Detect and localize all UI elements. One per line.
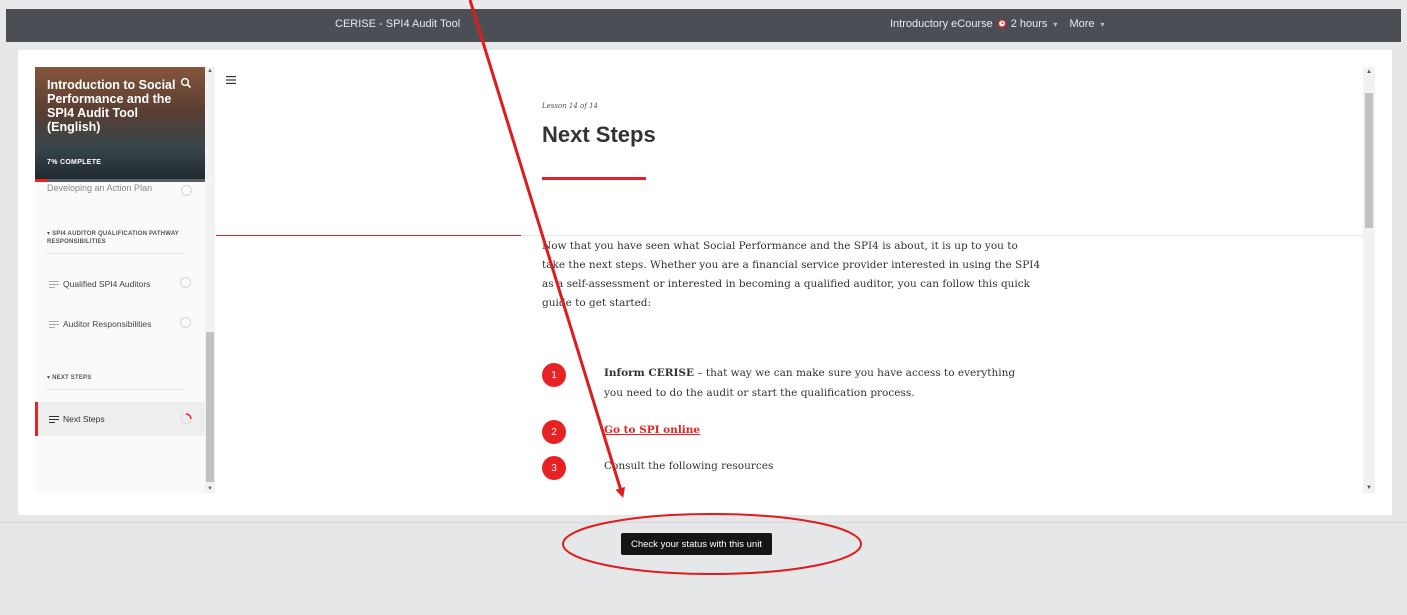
section-divider [47,253,184,254]
section-heading[interactable]: ▾ SPI4 AUDITOR QUALIFICATION PATHWAY RES… [47,230,187,246]
lesson-panel: Introduction to Social Performance and t… [18,50,1392,515]
scroll-down-arrow-icon[interactable]: ▼ [1366,485,1372,491]
more-menu[interactable]: More [1069,18,1094,30]
step-item: 1 Inform CERISE – that way we can make s… [542,363,1034,403]
lesson-intro-paragraph: Now that you have seen what Social Perfo… [542,240,1041,309]
step-number-badge: 3 [542,456,566,480]
lesson-title: Next Steps [542,122,656,147]
course-duration[interactable]: 2 hours [1011,18,1048,30]
lesson-number: Lesson 14 of 14 [542,102,598,110]
content-progress-line [216,235,521,236]
step-number-badge: 1 [542,363,566,387]
section-heading[interactable]: ▾ NEXT STEPS [47,374,187,382]
content-scrollbar[interactable]: ▲ ▼ [1363,67,1375,493]
lesson-label: Qualified SPI4 Auditors [63,279,151,289]
lesson-label: Developing an Action Plan [47,183,153,193]
course-sidebar: Introduction to Social Performance and t… [35,67,215,493]
lesson-item-cut[interactable]: Developing an Action Plan [47,183,207,196]
app-title[interactable]: CERISE - SPI4 Audit Tool [335,18,460,30]
step-bold-text: Inform CERISE [604,367,694,379]
sidebar-scrollbar[interactable]: ▲ ▼ [205,67,215,493]
top-navigation-inner: CERISE - SPI4 Audit Tool Introductory eC… [6,9,1401,42]
in-progress-icon [180,413,192,425]
sidebar-scrollbar-thumb[interactable] [206,332,214,482]
step-text: Go to SPI online [604,420,1034,444]
top-right-menu: Introductory eCourse 2 hours ▾ More ▾ [890,18,1113,30]
section-divider [47,389,184,390]
lesson-lines-icon [49,320,59,328]
check-status-button[interactable]: Check your status with this unit [621,533,772,555]
scroll-up-arrow-icon[interactable]: ▲ [1366,69,1372,75]
step-item: 2 Go to SPI online [542,420,1034,444]
sidebar-lesson-qualified-auditors[interactable]: Qualified SPI4 Auditors [35,264,215,304]
footer-divider [0,522,1407,523]
step-number-badge: 2 [542,420,566,444]
lesson-lines-icon [49,280,59,288]
scroll-up-arrow-icon[interactable]: ▲ [207,68,213,74]
top-navigation-bar: CERISE - SPI4 Audit Tool Introductory eC… [0,0,1407,42]
lesson-status-circle [180,277,191,288]
lesson-status-circle [181,185,192,196]
sidebar-lesson-auditor-responsibilities[interactable]: Auditor Responsibilities [35,304,215,344]
caret-down-icon: ▾ [47,375,51,381]
lesson-label: Auditor Responsibilities [63,319,152,329]
alarm-clock-icon [997,19,1007,28]
step-item: 3 Consult the following resources [542,456,1034,480]
section-title: SPI4 AUDITOR QUALIFICATION PATHWAY RESPO… [47,231,179,245]
content-scrollbar-thumb[interactable] [1365,93,1373,228]
chevron-down-icon[interactable]: ▾ [1053,20,1057,29]
scroll-down-arrow-icon[interactable]: ▼ [207,486,213,492]
step-text: Inform CERISE – that way we can make sur… [604,363,1034,403]
lesson-content: Lesson 14 of 14 Next Steps Now that you … [216,67,1366,493]
spi-online-link[interactable]: Go to SPI online [604,424,700,436]
caret-down-icon: ▾ [47,231,51,237]
lesson-label: Next Steps [63,414,105,424]
sidebar-lesson-next-steps[interactable]: Next Steps [35,402,215,436]
lesson-lines-icon [49,415,59,423]
progress-bar [35,179,215,182]
course-title[interactable]: Introduction to Social Performance and t… [47,78,177,134]
chevron-down-icon[interactable]: ▾ [1101,20,1105,29]
progress-text: 7% COMPLETE [47,159,102,166]
title-underline [542,177,646,180]
lesson-status-circle [180,317,191,328]
step-text: Consult the following resources [604,460,774,472]
search-icon[interactable] [180,77,192,89]
course-label[interactable]: Introductory eCourse [890,18,993,30]
section-title: NEXT STEPS [52,375,92,381]
progress-bar-fill [35,179,48,182]
